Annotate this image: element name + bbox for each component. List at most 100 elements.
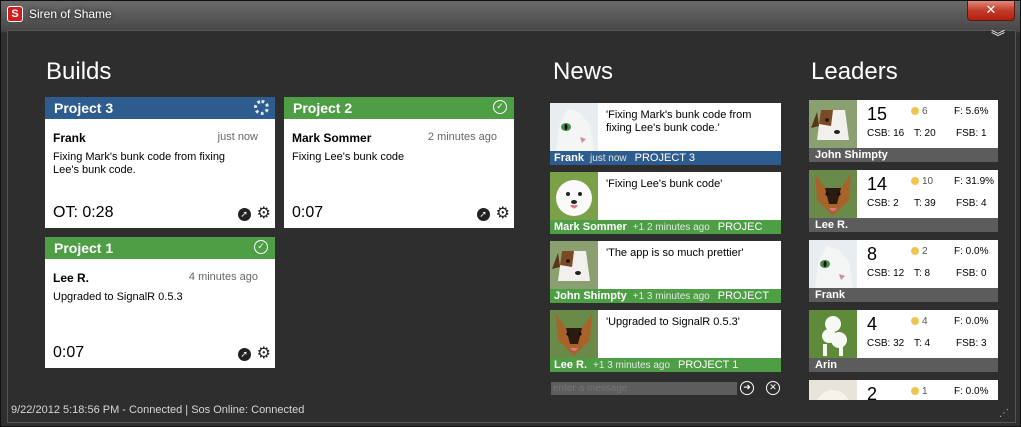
leader-fsb: FSB: 1	[956, 128, 987, 139]
leader-coins: 1	[911, 386, 928, 397]
news-project: PROJEC	[717, 221, 763, 233]
build-time: 4 minutes ago	[188, 271, 258, 283]
news-meta: +1 3 minutes ago	[593, 360, 671, 371]
app-window: S Siren of Shame ✕ ︾ Builds News Leaders…	[0, 0, 1021, 427]
leader-fail-rate: F: 0.0%	[954, 386, 989, 397]
arrow-link-icon[interactable]: ➚	[476, 207, 490, 221]
arrow-link-icon[interactable]: ➚	[237, 347, 251, 361]
news-item[interactable]: 'The app is so much prettier' John Shimp…	[550, 241, 781, 303]
coin-icon	[911, 387, 919, 395]
news-project: PROJECT 1	[678, 359, 739, 371]
double-chevron-down-icon[interactable]: ︾	[991, 30, 1005, 44]
news-heading: News	[553, 58, 614, 85]
leader-total: T: 39	[914, 198, 936, 209]
builds-heading: Builds	[46, 58, 112, 85]
avatar	[809, 310, 857, 358]
leader-fail-rate: F: 0.0%	[954, 316, 989, 327]
build-time: just now	[217, 131, 258, 143]
leader-item[interactable]: 15 6 F: 5.6% CSB: 16 T: 20 FSB: 1 John S…	[809, 100, 998, 162]
build-message: Fixing Lee's bunk code	[292, 151, 405, 163]
build-card-project-3[interactable]: Project 3 Frank just now Fixing Mark's b…	[45, 97, 275, 228]
avatar	[809, 380, 857, 400]
news-user: Lee R.	[554, 359, 588, 371]
leader-item[interactable]: 14 10 F: 31.9% CSB: 2 T: 39 FSB: 4 Lee R…	[809, 170, 998, 232]
leader-item[interactable]: 4 4 F: 0.0% CSB: 32 T: 4 FSB: 3 Arin	[809, 310, 998, 372]
build-project-name: Project 1	[54, 240, 114, 256]
check-circle-icon: ✓	[493, 100, 507, 114]
news-info-bar: Frank just now PROJECT 3	[550, 151, 781, 165]
arrow-link-icon[interactable]: ➚	[237, 207, 251, 221]
news-message: 'Upgraded to SignalR 0.5.3'	[606, 316, 740, 328]
build-duration: 0:07	[292, 204, 324, 221]
news-user: John Shimpty	[554, 290, 627, 302]
build-card-header: Project 1 ✓	[45, 237, 275, 259]
leader-coins: 4	[911, 316, 928, 327]
window-title: Siren of Shame	[29, 7, 112, 21]
leader-fail-rate: F: 5.6%	[954, 106, 989, 117]
build-actions: ➚ ⚙	[237, 346, 271, 362]
coin-icon	[911, 317, 919, 325]
leader-total: T: 8	[914, 268, 931, 279]
build-message: Upgraded to SignalR 0.5.3	[53, 291, 183, 303]
news-item[interactable]: 'Fixing Lee's bunk code' Mark Sommer +1 2…	[550, 172, 781, 234]
build-duration: 0:07	[53, 344, 85, 361]
resize-grip-icon[interactable]: ⋰	[999, 409, 1009, 419]
gear-icon[interactable]: ⚙	[257, 346, 271, 362]
news-message: 'The app is so much prettier'	[606, 247, 744, 259]
build-card-header: Project 2 ✓	[284, 97, 514, 119]
spinner-icon	[254, 100, 269, 115]
leader-rank: 8	[867, 244, 878, 264]
leader-item[interactable]: 8 2 F: 0.0% CSB: 12 T: 8 FSB: 0 Frank	[809, 240, 998, 302]
message-input[interactable]	[551, 382, 737, 395]
leader-rank: 2	[867, 384, 878, 400]
main-panel: ︾ Builds News Leaders Project 3 Frank ju…	[7, 30, 1016, 423]
avatar	[550, 103, 598, 151]
leaders-heading: Leaders	[811, 58, 898, 85]
leader-fail-rate: F: 31.9%	[954, 176, 995, 187]
coin-icon	[911, 177, 919, 185]
gear-icon[interactable]: ⚙	[257, 206, 271, 222]
leader-coins: 6	[911, 106, 928, 117]
news-info-bar: John Shimpty +1 3 minutes ago PROJECT	[550, 289, 781, 303]
avatar	[550, 241, 598, 289]
leader-rank: 4	[867, 314, 878, 334]
news-meta: +1 2 minutes ago	[632, 222, 710, 233]
leader-csb: CSB: 16	[867, 128, 905, 139]
leader-coins: 10	[911, 176, 933, 187]
leader-name: Frank	[809, 288, 998, 302]
leader-csb: CSB: 32	[867, 338, 905, 349]
build-card-project-2[interactable]: Project 2 ✓ Mark Sommer 2 minutes ago Fi…	[284, 97, 514, 228]
close-window-button[interactable]: ✕	[967, 1, 1015, 21]
check-circle-icon: ✓	[254, 240, 268, 254]
leader-fail-rate: F: 0.0%	[954, 246, 989, 257]
news-item[interactable]: 'Fixing Mark's bunk code from fixing Lee…	[550, 103, 781, 165]
leader-item[interactable]: 2 1 F: 0.0%	[809, 380, 998, 400]
news-item[interactable]: 'Upgraded to SignalR 0.5.3' Lee R. +1 3 m…	[550, 310, 781, 372]
avatar	[550, 310, 598, 358]
leader-total: T: 4	[914, 338, 931, 349]
build-card-project-1[interactable]: Project 1 ✓ Lee R. 4 minutes ago Upgrade…	[45, 237, 275, 368]
news-meta: just now	[589, 153, 627, 164]
leader-total: T: 20	[914, 128, 936, 139]
avatar	[809, 170, 857, 218]
build-project-name: Project 2	[293, 100, 353, 116]
build-message: Fixing Mark's bunk code from fixing Lee'…	[53, 151, 226, 176]
build-actions: ➚ ⚙	[476, 206, 510, 222]
leader-csb: CSB: 12	[867, 268, 905, 279]
leader-fsb: FSB: 0	[956, 268, 987, 279]
title-bar[interactable]: S Siren of Shame ✕	[1, 1, 1020, 29]
news-info-bar: Mark Sommer +1 2 minutes ago PROJEC	[550, 220, 781, 234]
avatar	[809, 100, 857, 148]
leader-fsb: FSB: 4	[956, 198, 987, 209]
news-project: PROJECT 3	[634, 152, 695, 164]
x-circle-icon[interactable]: ✕	[766, 381, 780, 395]
arrow-circle-icon[interactable]: ➜	[740, 381, 754, 395]
avatar	[809, 240, 857, 288]
leader-name: Lee R.	[809, 218, 998, 232]
build-card-header: Project 3	[45, 97, 275, 119]
gear-icon[interactable]: ⚙	[496, 206, 510, 222]
build-user: Mark Sommer	[292, 131, 372, 145]
news-message: 'Fixing Lee's bunk code'	[606, 178, 723, 190]
build-duration: OT: 0:28	[53, 204, 114, 221]
siren-app-icon: S	[7, 6, 23, 22]
